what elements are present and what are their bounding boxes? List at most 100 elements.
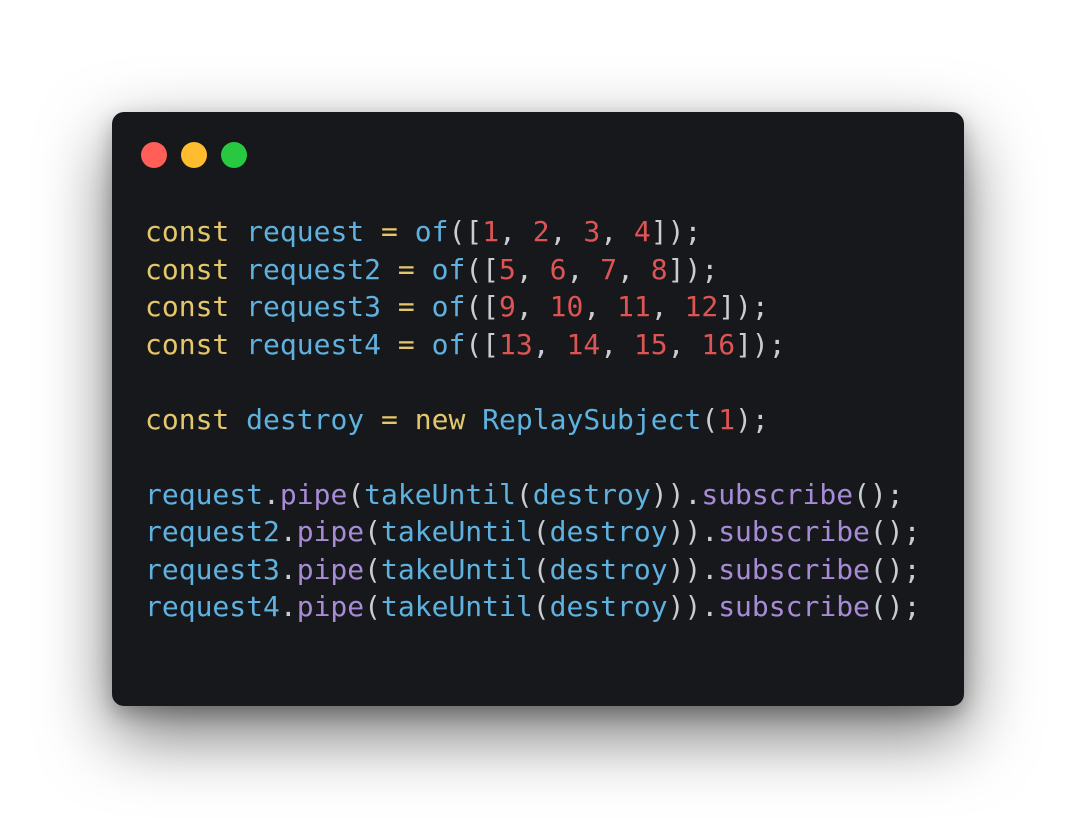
code-token-num: 3 [583,215,601,248]
code-line: const request4 = of([13, 14, 15, 16]); [145,326,920,364]
code-line: const destroy = new ReplaySubject(1); [145,401,920,439]
code-token-p: , [515,252,550,286]
code-token-p [398,215,415,248]
code-token-p: , [583,290,618,323]
code-token-kw: const [145,327,230,361]
code-token-p [364,215,381,248]
code-token-num: 7 [600,252,618,286]
code-token-p: ( [364,552,382,586]
code-token-p [381,290,398,323]
code-token-id: ReplaySubject [482,402,702,436]
code-token-p [229,290,246,323]
code-token-fn: subscribe [701,477,854,511]
code-token-num: 8 [650,252,668,286]
code-token-num: 1 [718,402,736,436]
code-token-id: destroy [549,515,668,548]
minimize-dot-icon[interactable] [181,142,207,168]
code-token-p: )). [667,552,719,586]
code-token-p: . [279,590,297,623]
code-token-p: ( [532,590,550,623]
code-token-kw: = [397,290,415,323]
code-token-p: ]); [718,290,769,323]
code-token-id: takeUntil [381,552,533,586]
code-token-kw: = [381,402,398,436]
code-token-id: request4 [246,327,382,361]
code-token-num: 9 [499,290,516,323]
code-token-fn: pipe [296,515,365,548]
code-token-p: , [600,327,634,361]
code-token-id: request [246,215,365,248]
code-window: const request = of([1, 2, 3, 4]); const r… [112,112,964,706]
code-token-p: ( [532,515,550,548]
code-token-p: , [499,215,533,248]
code-token-p: (); [869,552,921,586]
code-token-num: 16 [701,327,736,361]
code-token-id: of [431,327,466,361]
code-token-p: (); [869,515,921,548]
close-dot-icon[interactable] [141,142,167,168]
code-token-id: destroy [549,590,668,623]
code-token-id: request2 [145,515,280,548]
code-token-id: takeUntil [364,477,516,511]
code-line: const request = of([1, 2, 3, 4]); [145,213,920,251]
code-token-p: , [566,252,601,286]
code-token-p: ]); [667,252,719,286]
code-token-p [229,215,246,248]
code-token-p [381,328,398,361]
code-token-id: of [431,252,466,286]
code-token-p: , [532,327,567,361]
maximize-dot-icon[interactable] [221,142,247,168]
code-token-p: (); [853,477,904,511]
code-token-num: 15 [633,327,668,361]
code-line: const request3 = of([9, 10, 11, 12]); [145,288,920,326]
code-token-p [229,253,246,286]
code-token-num: 11 [617,290,651,323]
code-token-kw: const [145,290,230,323]
code-token-id: destroy [246,402,365,436]
code-token-p [415,290,432,323]
code-token-kw: = [381,215,398,248]
code-token-kw: = [397,327,415,361]
code-token-num: 6 [549,252,567,286]
code-token-id: destroy [532,477,651,511]
code-token-num: 10 [549,290,584,323]
code-token-fn: subscribe [718,552,870,586]
code-token-p [398,403,415,436]
code-token-kw: = [397,252,415,286]
code-token-p [381,253,398,286]
code-token-p [415,328,432,361]
code-token-p: ( [364,515,382,548]
code-token-p [415,253,432,286]
code-token-p: , [667,327,702,361]
code-token-p: ]); [650,215,702,248]
code-token-num: 14 [566,327,601,361]
code-token-p: ( [364,590,382,623]
code-token-p: ([ [448,215,483,248]
code-token-kw: new [414,402,466,436]
code-token-p: ]); [735,327,786,361]
code-token-p [229,403,246,436]
code-token-p: ( [347,477,365,511]
code-token-id: takeUntil [381,515,533,548]
code-token-fn: subscribe [718,515,870,548]
code-token-p: , [650,290,685,323]
code-token-p: ( [532,552,550,586]
code-token-num: 5 [499,252,516,286]
code-token-fn: pipe [279,477,348,511]
code-token-id: request2 [246,252,382,286]
code-token-id: request [145,477,264,511]
code-token-id: request3 [246,290,382,323]
code-line: request3.pipe(takeUntil(destroy)).subscr… [145,551,920,589]
code-token-num: 2 [532,215,550,248]
code-token-id: destroy [549,552,668,586]
code-block: const request = of([1, 2, 3, 4]); const r… [145,213,920,626]
code-token-num: 13 [499,327,533,361]
code-token-p: ); [735,402,769,436]
code-token-kw: const [145,402,230,436]
code-line: request2.pipe(takeUntil(destroy)).subscr… [145,513,920,551]
code-token-fn: pipe [296,590,365,623]
code-token-p [465,403,482,436]
code-token-id: takeUntil [381,590,533,623]
code-token-id: request3 [145,552,280,586]
